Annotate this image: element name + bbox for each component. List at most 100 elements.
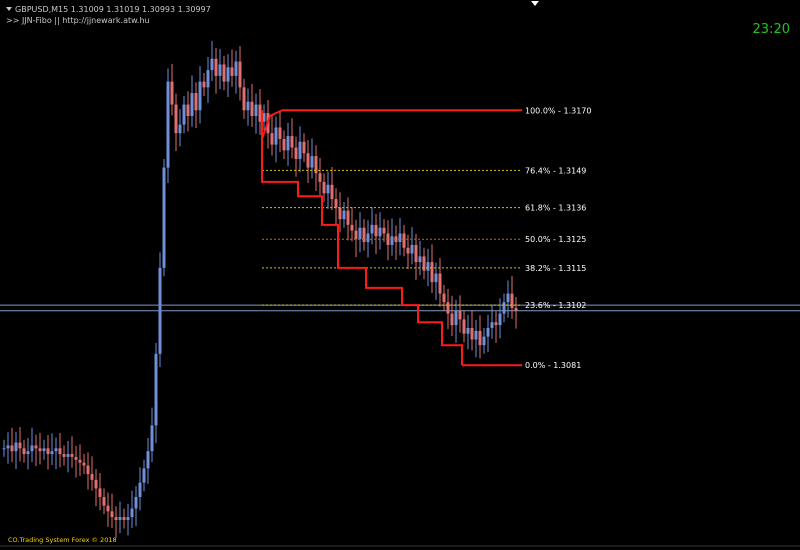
copyright-label: CO.Trading System Forex © 2018 <box>8 536 117 544</box>
candle-body <box>382 227 386 234</box>
candle-body <box>418 256 422 263</box>
candle-body <box>218 64 222 76</box>
candle-body <box>142 468 146 483</box>
candle-body <box>214 58 218 76</box>
candle-body <box>154 353 158 426</box>
candle-body <box>338 207 342 220</box>
candle-body <box>2 448 6 450</box>
candle-body <box>442 293 446 303</box>
candle-body <box>70 454 74 457</box>
candle-body <box>10 445 14 452</box>
candle-body <box>186 104 190 116</box>
candle-body <box>26 451 30 455</box>
candle-body <box>150 425 154 452</box>
candle-body <box>270 133 274 145</box>
candle-body <box>482 336 486 346</box>
candle-body <box>18 442 22 449</box>
candle-body <box>202 81 206 88</box>
chart-window[interactable]: 100.0% - 1.3170 76.4% - 1.3149 61.8% - 1.3… <box>0 0 800 550</box>
candle-body <box>78 459 82 463</box>
candle-body <box>234 61 238 76</box>
candle-body <box>358 227 362 240</box>
candle-body <box>330 184 334 200</box>
candle-body <box>430 262 434 283</box>
candle-body <box>374 224 378 237</box>
candle-body <box>246 101 250 111</box>
candle-body <box>398 233 402 243</box>
candle-body <box>506 293 510 303</box>
candle-body <box>346 210 350 225</box>
candle-body <box>110 511 114 518</box>
candle-body <box>170 81 174 105</box>
candle-body <box>306 153 310 168</box>
candle-body <box>322 181 326 194</box>
price-chart[interactable]: 100.0% - 1.3170 76.4% - 1.3149 61.8% - 1.3… <box>0 0 800 550</box>
candle-clock: 23:20 <box>752 22 790 37</box>
candle-body <box>190 93 194 116</box>
candle-body <box>98 488 102 498</box>
candle-body <box>118 517 122 520</box>
candle-body <box>42 448 46 452</box>
candle-body <box>362 227 366 243</box>
candle-body <box>58 448 62 455</box>
candle-body <box>510 293 514 308</box>
candle-body <box>38 448 42 452</box>
fib-level-label: 76.4% - 1.3149 <box>525 166 586 175</box>
candle-body <box>490 322 494 328</box>
fib-level-label: 100.0% - 1.3170 <box>525 106 591 115</box>
candle-body <box>158 267 162 354</box>
candle-body <box>54 448 58 452</box>
candle-body <box>90 474 94 480</box>
candle-body <box>278 127 282 139</box>
candle-body <box>294 147 298 159</box>
candle-body <box>470 328 474 340</box>
candle-body <box>414 244 418 263</box>
candle-body <box>390 236 394 245</box>
candle-body <box>242 87 246 111</box>
candle-body <box>46 448 50 455</box>
candle-body <box>438 273 442 294</box>
candle-body <box>434 273 438 283</box>
symbol-info-text: GBPUSD,M15 1.31009 1.31019 1.30993 1.309… <box>15 5 211 14</box>
candle-body <box>494 322 498 326</box>
candle-body <box>410 244 414 254</box>
candle-body <box>162 167 166 268</box>
candle-body <box>86 465 90 475</box>
candle-body <box>446 302 450 314</box>
candle-body <box>282 138 286 151</box>
candle-body <box>102 497 106 506</box>
candle-body <box>122 517 126 520</box>
candle-body <box>138 482 142 498</box>
candle-body <box>450 313 454 326</box>
candle-body <box>378 227 382 237</box>
candle-body <box>182 104 186 125</box>
candle-body <box>226 67 230 82</box>
candle-body <box>366 233 370 243</box>
candle-body <box>326 184 330 194</box>
candle-body <box>94 479 98 489</box>
candle-body <box>354 230 358 240</box>
candle-body <box>334 199 338 208</box>
candle-body <box>350 224 354 231</box>
candle-body <box>342 210 346 220</box>
candle-body <box>134 497 138 509</box>
candle-body <box>478 330 482 346</box>
candle-body <box>422 256 426 271</box>
candle-body <box>194 93 198 111</box>
candle-body <box>62 454 66 457</box>
shift-marker-icon[interactable] <box>531 1 539 6</box>
candle-body <box>22 448 26 455</box>
candle-body <box>222 64 226 82</box>
candle-body <box>302 141 306 154</box>
candle-body <box>402 233 406 248</box>
candle-body <box>126 517 130 520</box>
candle-body <box>106 505 110 512</box>
candle-body <box>254 104 258 116</box>
candle-body <box>210 58 214 71</box>
candle-body <box>114 517 118 520</box>
candle-body <box>286 136 290 151</box>
collapse-icon[interactable] <box>6 7 12 11</box>
fib-level-label: 0.0% - 1.3081 <box>525 361 581 370</box>
candle-body <box>462 319 466 334</box>
candle-body <box>238 61 242 88</box>
